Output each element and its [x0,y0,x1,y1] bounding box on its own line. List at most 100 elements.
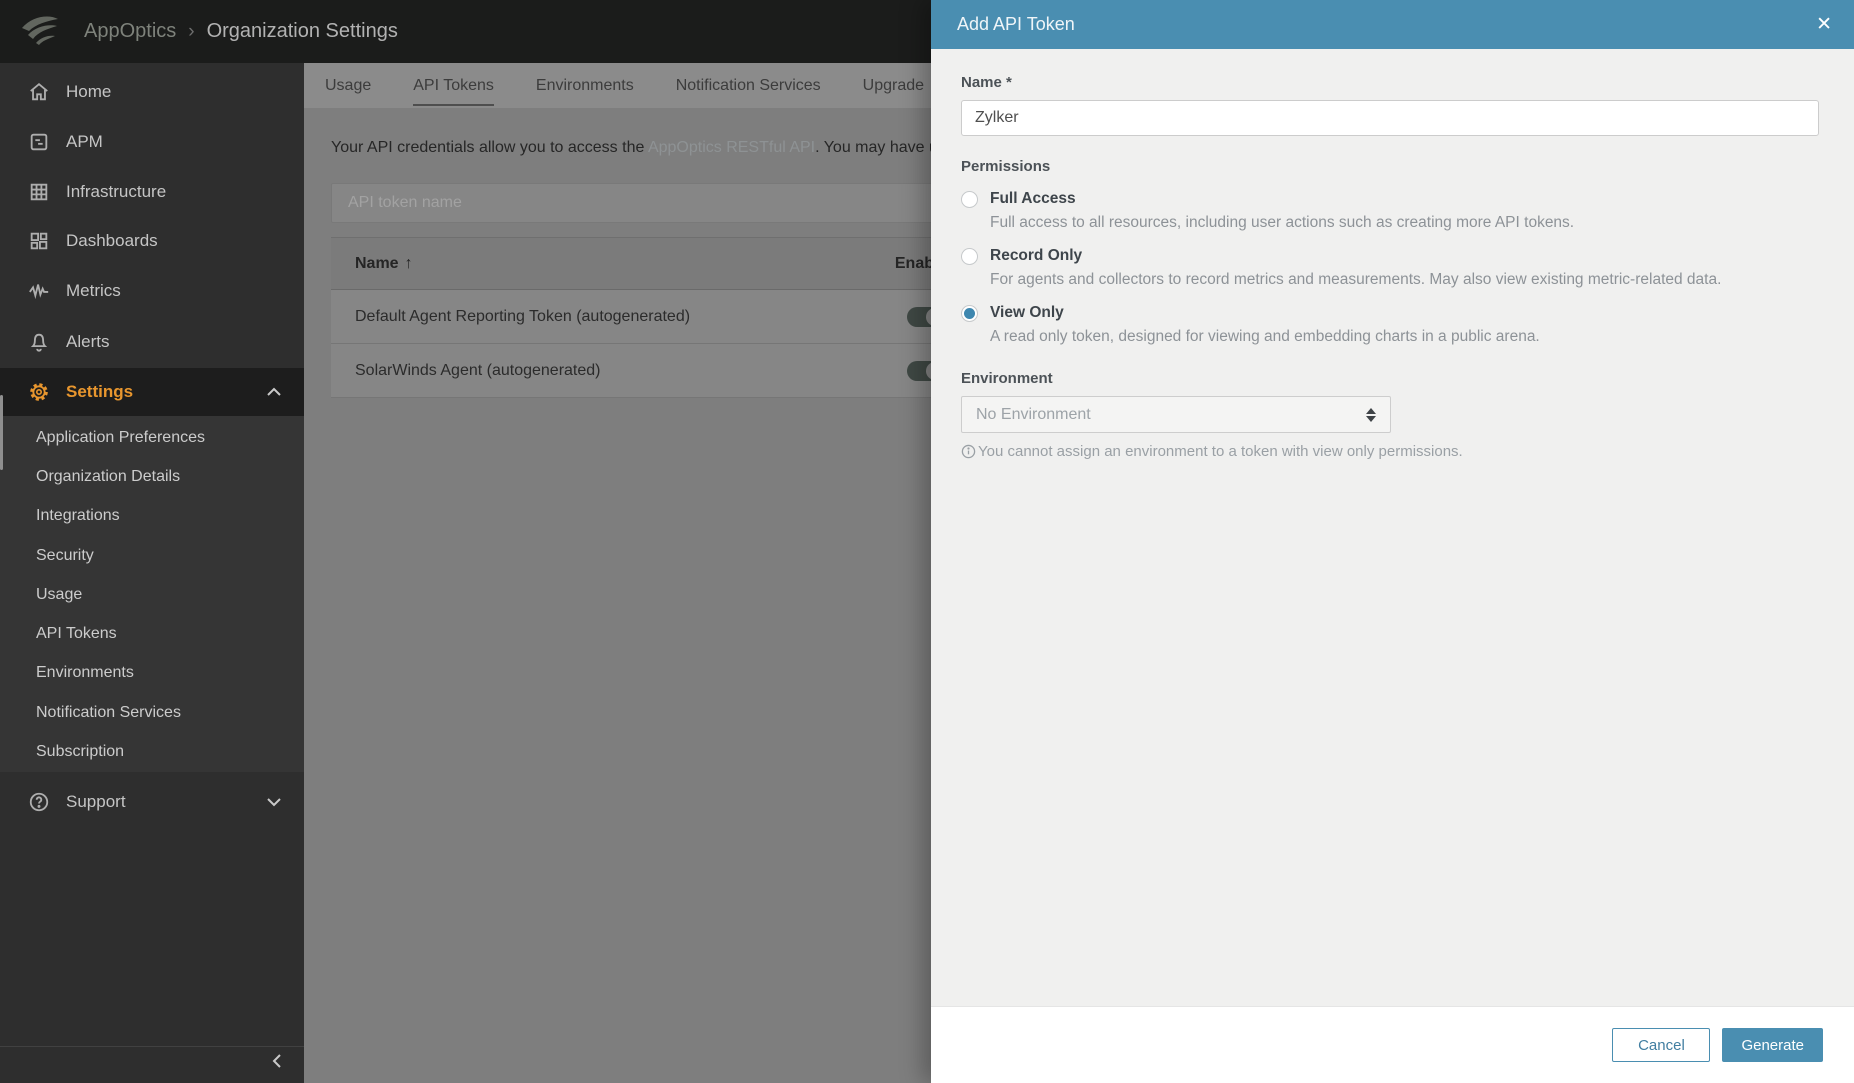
sidebar-item-label: Dashboards [66,231,158,250]
select-arrows-icon [1366,407,1376,422]
subitem-label: Security [36,546,94,564]
sidebar-subitem-environments[interactable]: Environments [0,654,304,693]
panel-footer: Cancel Generate [931,1006,1854,1083]
environment-note-text: You cannot assign an environment to a to… [978,443,1463,460]
radio-button[interactable] [961,247,978,265]
radio-description: For agents and collectors to record metr… [990,271,1722,288]
sidebar-subitem-application-preferences[interactable]: Application Preferences [0,418,304,457]
cancel-button[interactable]: Cancel [1612,1028,1711,1062]
sidebar-item-apm[interactable]: APM [0,117,304,167]
sidebar-item-label: Support [66,792,126,811]
sidebar-item-label: Home [66,82,112,101]
sidebar-divider [0,1046,304,1047]
gear-icon [27,380,51,404]
sidebar-subitem-integrations[interactable]: Integrations [0,497,304,536]
sidebar-item-settings[interactable]: Settings [0,368,304,416]
metrics-icon [27,279,51,303]
subitem-label: Application Preferences [36,428,205,446]
tab-environments[interactable]: Environments [515,63,655,108]
breadcrumb-app[interactable]: AppOptics [84,20,176,43]
subitem-label: Integrations [36,507,120,525]
radio-label: Record Only [990,247,1083,264]
restful-api-link[interactable]: AppOptics RESTful API [648,139,815,156]
environment-selected-value: No Environment [976,405,1091,423]
api-credentials-intro: Your API credentials allow you to access… [331,139,995,157]
tab-label: Environments [535,76,634,94]
info-icon [961,444,976,459]
radio-button-selected[interactable] [961,304,978,322]
tab-label: Upgrade [862,76,925,94]
close-icon[interactable]: ✕ [1816,0,1832,49]
sidebar-subitem-security[interactable]: Security [0,536,304,575]
name-field[interactable] [961,100,1819,136]
name-label: Name * [961,74,1012,91]
sidebar-item-home[interactable]: Home [0,67,304,117]
sidebar-item-infrastructure[interactable]: Infrastructure [0,167,304,217]
breadcrumb-page: Organization Settings [206,20,398,42]
sidebar-item-label: Metrics [66,281,121,300]
settings-submenu: Application Preferences Organization Det… [0,416,304,772]
subitem-label: Notification Services [36,703,181,721]
sidebar-subitem-notification-services[interactable]: Notification Services [0,693,304,732]
token-name: SolarWinds Agent (autogenerated) [355,361,601,379]
api-token-table: Name ↑ Enabled Default Agent Reporting T… [331,237,1031,398]
radio-description: Full access to all resources, including … [990,214,1575,231]
breadcrumb: AppOptics › Organization Settings [84,0,398,63]
sidebar-collapse-button[interactable] [272,1053,282,1074]
sidebar-subitem-subscription[interactable]: Subscription [0,732,304,771]
tab-usage[interactable]: Usage [304,63,392,108]
subitem-label: Environments [36,664,134,682]
sidebar-subitem-organization-details[interactable]: Organization Details [0,457,304,496]
sidebar-subitem-api-tokens[interactable]: API Tokens [0,614,304,653]
sidebar: Home APM Infrastructure Dashboards Metri [0,63,304,1083]
sidebar-item-alerts[interactable]: Alerts [0,317,304,367]
tab-upgrade[interactable]: Upgrade [842,63,945,108]
tab-label: Usage [325,76,372,94]
radio-button[interactable] [961,190,978,208]
token-name: Default Agent Reporting Token (autogener… [355,307,691,325]
app-root: AppOptics › Organization Settings Home A… [0,0,1854,1083]
table-row: Default Agent Reporting Token (autogener… [331,290,1031,344]
radio-option[interactable]: Full Access [961,190,1824,208]
subitem-label: Organization Details [36,467,181,485]
panel-title: Add API Token [957,14,1075,34]
search-input[interactable] [331,183,987,223]
table-header-row: Name ↑ Enabled [331,237,1031,290]
chevron-down-icon[interactable] [266,792,282,812]
sidebar-item-dashboards[interactable]: Dashboards [0,216,304,266]
home-icon [27,80,51,104]
panel-body: Name * Permissions Full Access Full acce… [931,74,1854,460]
permission-option-view-only: View Only A read only token, designed fo… [961,304,1824,346]
dashboards-icon [27,229,51,253]
subitem-label: API Tokens [36,625,117,643]
sidebar-scrollbar[interactable] [0,395,3,470]
sidebar-subitem-usage[interactable]: Usage [0,575,304,614]
environment-label: Environment [961,370,1053,387]
sidebar-item-label: Alerts [66,332,110,351]
sidebar-item-support[interactable]: Support [0,777,304,827]
environment-select[interactable]: No Environment [961,396,1391,433]
sidebar-item-metrics[interactable]: Metrics [0,266,304,316]
alerts-icon [27,330,51,354]
radio-label: Full Access [990,190,1076,207]
column-header-name[interactable]: Name ↑ [331,255,851,273]
panel-header: Add API Token ✕ [931,0,1854,49]
column-label: Name [355,254,399,272]
radio-description: A read only token, designed for viewing … [990,328,1540,345]
chevron-up-icon[interactable] [266,382,282,402]
tab-label: API Tokens [413,76,494,94]
token-name-cell: Default Agent Reporting Token (autogener… [331,308,851,326]
question-circle-icon [27,790,51,814]
generate-button[interactable]: Generate [1722,1028,1823,1062]
intro-text: Your API credentials allow you to access… [331,139,648,156]
permission-option-record-only: Record Only For agents and collectors to… [961,247,1824,289]
sidebar-item-label: Settings [66,382,134,401]
tab-label: Notification Services [675,76,821,94]
tab-notification-services[interactable]: Notification Services [655,63,842,108]
radio-option[interactable]: Record Only [961,247,1824,265]
tab-api-tokens[interactable]: API Tokens [392,63,515,108]
radio-option[interactable]: View Only [961,304,1824,322]
subitem-label: Subscription [36,743,125,761]
permission-option-full-access: Full Access Full access to all resources… [961,190,1824,232]
token-name-cell: SolarWinds Agent (autogenerated) [331,362,851,380]
